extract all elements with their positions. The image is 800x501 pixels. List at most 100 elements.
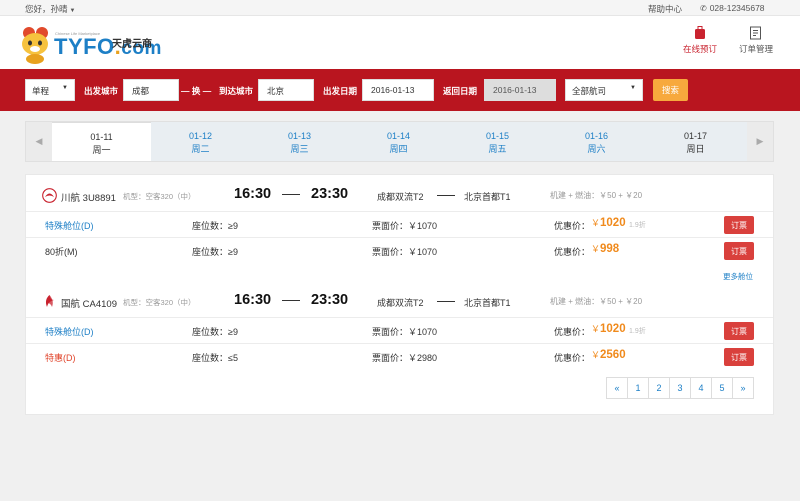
discount-price: ￥1020	[591, 216, 626, 229]
cabin-class-link[interactable]: 特殊舱位(D)	[45, 325, 94, 338]
departure-airport: 成都双流T2	[377, 298, 424, 308]
depart-date-input[interactable]: 2016-01-13	[362, 79, 434, 101]
depart-city-label: 出发城市	[84, 86, 119, 96]
swap-cities-button[interactable]: — 换 —	[181, 85, 211, 97]
airline-name: 国航	[61, 299, 81, 310]
discount-price: ￥998	[591, 242, 619, 255]
flight-header: 川航 3U8891 机型：空客320（中） 16:30 23:30 成都双流T2…	[26, 179, 773, 211]
departure-time: 16:30	[234, 186, 272, 202]
discount-price-value: 998	[600, 243, 620, 255]
date-tab-date: 01-12	[188, 131, 213, 141]
airline-flight: 国航 CA4109	[61, 296, 117, 310]
chevron-down-icon: ▼	[69, 8, 76, 14]
departure-time: 16:30	[234, 292, 272, 308]
seat-count: 座位数：≤5	[192, 353, 238, 363]
page-prev-button[interactable]: «	[606, 377, 628, 399]
date-tab-date: 01-11	[90, 132, 113, 142]
page-button[interactable]: 5	[711, 377, 733, 399]
pagination: « 1 2 3 4 5 »	[606, 377, 754, 399]
seat-count: 座位数：≥9	[192, 327, 238, 337]
next-week-chevron-right-icon[interactable]: ▶	[747, 122, 773, 161]
aircraft-type: 机型：空客320（中）	[123, 298, 196, 307]
logo-chinese: 天虎云商	[112, 39, 152, 50]
arrival-airport: 北京首都T1	[464, 192, 511, 202]
flight-header: 国航 CA4109 机型：空客320（中） 16:30 23:30 成都双流T2…	[26, 285, 773, 317]
arrive-city-input[interactable]: 北京	[258, 79, 314, 101]
face-price: 票面价：￥1070	[372, 221, 438, 231]
discount-label: 优惠价：	[554, 247, 591, 257]
date-tab[interactable]: 01-17 周日	[646, 122, 745, 161]
user-greeting-menu[interactable]: 您好，孙晴 ▼	[25, 3, 75, 15]
divider	[282, 300, 300, 301]
date-tab-date: 01-16	[584, 131, 609, 141]
date-tab-date: 01-13	[287, 131, 312, 141]
cabin-class-link[interactable]: 特惠(D)	[45, 351, 76, 364]
date-tab-date: 01-15	[485, 131, 510, 141]
book-button[interactable]: 订票	[724, 348, 754, 366]
flight-results: 川航 3U8891 机型：空客320（中） 16:30 23:30 成都双流T2…	[25, 174, 774, 415]
face-price: 票面价：￥2980	[372, 353, 438, 363]
date-tab[interactable]: 01-16 周六	[547, 122, 646, 161]
logo-brand: TYFO	[54, 34, 115, 59]
nav-online-booking[interactable]: 在线预订	[670, 26, 730, 55]
chevron-down-icon: ▼	[630, 85, 636, 91]
divider	[282, 194, 300, 195]
discount-price: ￥1020	[591, 322, 626, 335]
discount-price: ￥2560	[591, 348, 626, 361]
airline-flight: 川航 3U8891	[61, 190, 116, 204]
discount-label: 优惠价：	[554, 221, 591, 231]
discount-price-value: 1020	[600, 217, 626, 229]
arrival-time: 23:30	[311, 292, 349, 308]
flight-number: 3U8891	[82, 193, 116, 204]
aircraft-type: 机型：空客320（中）	[123, 192, 196, 201]
cabin-row: 特殊舱位(D) 座位数：≥9 票面价：￥1070 优惠价： ￥1020 1.9折…	[26, 211, 773, 237]
hotline: ✆ 028-12345678	[700, 3, 765, 13]
air-china-logo-icon	[45, 295, 54, 307]
prev-week-chevron-left-icon[interactable]: ◀	[26, 122, 52, 161]
flight-number: CA4109	[82, 299, 117, 310]
date-tab-date: 01-14	[386, 131, 411, 141]
order-list-icon	[750, 26, 761, 40]
book-button[interactable]: 订票	[724, 242, 754, 260]
nav-order-management[interactable]: 订单管理	[726, 26, 786, 55]
arrive-city-label: 到达城市	[219, 86, 254, 96]
cabin-row: 80折(M) 座位数：≥9 票面价：￥1070 优惠价： ￥998 订票	[26, 237, 773, 263]
depart-city-input[interactable]: 成都	[123, 79, 179, 101]
airline-select-value: 全部航司	[572, 86, 607, 96]
date-tab[interactable]: 01-14 周四	[349, 122, 448, 161]
book-button[interactable]: 订票	[724, 322, 754, 340]
more-cabins-link[interactable]: 更多舱位	[723, 271, 753, 282]
seat-count: 座位数：≥9	[192, 247, 238, 257]
page-button[interactable]: 3	[669, 377, 691, 399]
phone-number: 028-12345678	[709, 3, 765, 13]
book-button[interactable]: 订票	[724, 216, 754, 234]
page-button[interactable]: 4	[690, 377, 712, 399]
help-center-link[interactable]: 帮助中心	[648, 3, 682, 15]
cabin-class-link[interactable]: 特殊舱位(D)	[45, 219, 94, 232]
divider	[437, 195, 455, 196]
return-date-input[interactable]: 2016-01-13	[484, 79, 556, 101]
date-tab[interactable]: 01-15 周五	[448, 122, 547, 161]
discount-rate: 1.9折	[629, 222, 646, 229]
seat-count: 座位数：≥9	[192, 221, 238, 231]
date-tab[interactable]: 01-12 周二	[151, 122, 250, 161]
date-tab[interactable]: 01-11 周一	[52, 122, 151, 161]
date-tab[interactable]: 01-13 周三	[250, 122, 349, 161]
departure-airport: 成都双流T2	[377, 192, 424, 202]
site-logo[interactable]: Chinese Life Marketplace TYFO.com 天虎云商	[18, 24, 161, 64]
discount-label: 优惠价：	[554, 353, 591, 363]
page-button[interactable]: 1	[627, 377, 649, 399]
discount-label: 优惠价：	[554, 327, 591, 337]
arrival-time: 23:30	[311, 186, 349, 202]
search-button[interactable]: 搜索	[653, 79, 688, 101]
face-price: 票面价：￥1070	[372, 247, 438, 257]
cabin-class: 80折(M)	[45, 247, 78, 257]
currency-symbol: ￥	[591, 244, 601, 254]
airline-select[interactable]: 全部航司 ▼	[565, 79, 643, 101]
cabin-row: 特惠(D) 座位数：≤5 票面价：￥2980 优惠价： ￥2560 订票	[26, 343, 773, 369]
face-price: 票面价：￥1070	[372, 327, 438, 337]
page-button[interactable]: 2	[648, 377, 670, 399]
nav-orders-label: 订单管理	[738, 44, 773, 54]
page-next-button[interactable]: »	[732, 377, 754, 399]
trip-type-select[interactable]: 单程 ▼	[25, 79, 75, 101]
